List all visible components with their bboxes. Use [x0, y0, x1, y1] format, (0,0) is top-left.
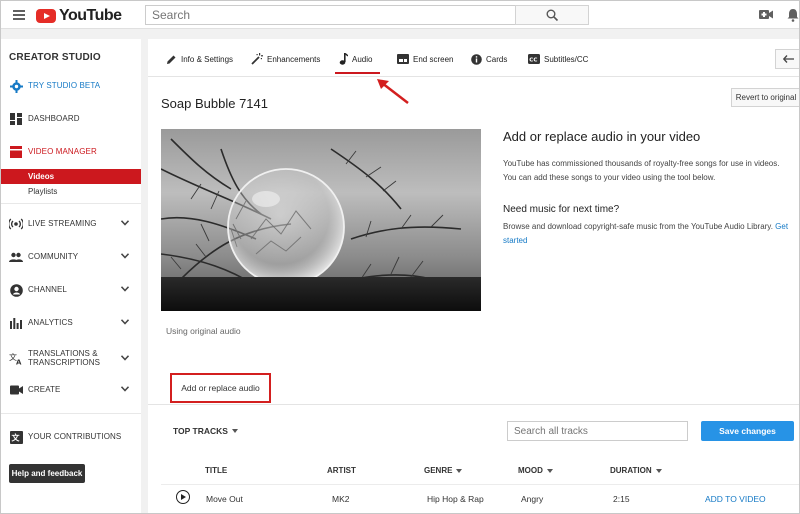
sidebar-item-try-studio-beta[interactable]: TRY STUDIO BETA — [1, 76, 141, 96]
back-arrow-icon — [783, 55, 794, 63]
sidebar-item-translations[interactable]: 文A TRANSLATIONS & TRANSCRIPTIONS — [1, 346, 141, 370]
info-heading: Add or replace audio in your video — [503, 129, 701, 144]
search-icon — [546, 9, 559, 22]
audio-status-text: Using original audio — [166, 326, 241, 336]
youtube-play-icon — [36, 9, 56, 23]
music-note-icon — [339, 53, 348, 65]
track-mood: Angry — [521, 494, 544, 504]
sidebar: CREATOR STUDIO TRY STUDIO BETA DASHBOARD… — [1, 39, 141, 513]
magic-wand-icon — [251, 53, 263, 65]
tab-info-settings[interactable]: Info & Settings — [166, 51, 233, 67]
tab-end-screen[interactable]: End screen — [397, 51, 453, 67]
video-title: Soap Bubble 7141 — [161, 96, 268, 111]
editor-tabs: Info & Settings Enhancements Audio End s… — [148, 39, 799, 77]
chevron-down-icon[interactable] — [121, 319, 129, 325]
info-paragraph-2: Browse and download copyright-safe music… — [503, 222, 789, 245]
live-streaming-icon — [9, 217, 23, 231]
svg-text:文: 文 — [11, 432, 20, 442]
thumbnail-ground — [161, 277, 481, 311]
help-feedback-button[interactable]: Help and feedback — [9, 464, 85, 483]
closed-captions-icon: CC — [528, 54, 540, 64]
annotation-arrow-icon — [377, 79, 409, 104]
main-panel: Info & Settings Enhancements Audio End s… — [148, 39, 799, 513]
sidebar-subitem-playlists[interactable]: Playlists — [1, 184, 141, 199]
sidebar-divider — [1, 413, 141, 414]
column-header-artist[interactable]: ARTIST — [327, 466, 356, 475]
svg-text:A: A — [16, 358, 22, 365]
video-thumbnail[interactable] — [161, 129, 481, 311]
info-circle-icon — [471, 53, 482, 65]
track-title: Move Out — [206, 494, 243, 504]
chevron-down-icon[interactable] — [121, 253, 129, 259]
active-tab-indicator — [335, 72, 380, 74]
menu-icon[interactable] — [13, 10, 25, 20]
dropdown-caret-icon — [231, 429, 238, 433]
svg-text:CC: CC — [529, 57, 537, 63]
community-icon — [9, 250, 23, 264]
channel-account-icon — [9, 283, 23, 297]
search-button[interactable] — [515, 5, 589, 25]
column-header-mood[interactable]: MOOD — [518, 466, 553, 475]
sidebar-item-analytics[interactable]: ANALYTICS — [1, 313, 141, 333]
tab-subtitles[interactable]: CC Subtitles/CC — [528, 51, 588, 67]
app-frame: YouTube CREATOR STUDIO TRY STUDIO BETA D… — [0, 0, 800, 514]
gear-icon — [9, 79, 23, 93]
search-input[interactable] — [145, 5, 515, 25]
save-changes-button[interactable]: Save changes — [701, 421, 794, 441]
upload-camera-icon[interactable] — [759, 9, 773, 20]
back-button[interactable] — [775, 49, 799, 69]
end-screen-icon — [397, 54, 409, 64]
revert-button[interactable]: Revert to original — [731, 88, 799, 107]
analytics-bars-icon — [9, 316, 23, 330]
pencil-icon — [167, 55, 176, 64]
sidebar-item-video-manager[interactable]: VIDEO MANAGER — [1, 142, 141, 162]
translate-icon: 文A — [9, 351, 23, 365]
add-to-video-link[interactable]: ADD TO VIDEO — [705, 494, 766, 504]
translations-label-line2: TRANSCRIPTIONS — [28, 358, 101, 367]
track-artist: MK2 — [332, 494, 350, 504]
track-genre: Hip Hop & Rap — [427, 494, 484, 504]
dropdown-caret-icon — [456, 468, 463, 473]
youtube-logo[interactable]: YouTube — [36, 7, 122, 25]
chevron-down-icon[interactable] — [121, 386, 129, 392]
column-header-duration[interactable]: DURATION — [610, 466, 662, 475]
tab-enhancements[interactable]: Enhancements — [251, 51, 320, 67]
contributions-translate-icon: 文 — [9, 430, 23, 444]
translations-label-line1: TRANSLATIONS & — [28, 348, 98, 358]
tab-cards[interactable]: Cards — [471, 51, 507, 67]
chevron-down-icon[interactable] — [121, 286, 129, 292]
sidebar-divider — [1, 203, 141, 204]
sidebar-item-channel[interactable]: CHANNEL — [1, 280, 141, 300]
tracks-divider — [148, 404, 799, 405]
tab-audio[interactable]: Audio — [339, 51, 372, 67]
sidebar-item-live-streaming[interactable]: LIVE STREAMING — [1, 214, 141, 234]
sidebar-item-community[interactable]: COMMUNITY — [1, 247, 141, 267]
sidebar-item-dashboard[interactable]: DASHBOARD — [1, 109, 141, 129]
chevron-down-icon[interactable] — [121, 220, 129, 226]
column-header-genre[interactable]: GENRE — [424, 466, 463, 475]
dropdown-caret-icon — [655, 468, 662, 473]
create-video-icon — [9, 383, 23, 397]
top-tracks-dropdown[interactable]: TOP TRACKS — [173, 426, 238, 436]
column-header-title[interactable]: TITLE — [205, 466, 227, 475]
dashboard-icon — [9, 112, 23, 126]
info-paragraph: YouTube has commissioned thousands of ro… — [503, 159, 780, 182]
notifications-bell-icon[interactable] — [787, 8, 799, 22]
track-search-input[interactable] — [507, 421, 688, 441]
top-bar: YouTube — [1, 1, 799, 29]
table-row-divider — [161, 484, 799, 485]
add-replace-audio-tab[interactable]: Add or replace audio — [170, 373, 271, 403]
play-icon[interactable] — [176, 490, 190, 504]
logo-text: YouTube — [59, 7, 122, 24]
sidebar-item-create[interactable]: CREATE — [1, 380, 141, 400]
video-manager-icon — [9, 145, 23, 159]
info-subheading: Need music for next time? — [503, 204, 620, 215]
sidebar-title: CREATOR STUDIO — [9, 52, 101, 63]
track-duration: 2:15 — [613, 494, 630, 504]
sidebar-item-your-contributions[interactable]: 文 YOUR CONTRIBUTIONS — [1, 427, 141, 447]
chevron-down-icon[interactable] — [121, 355, 129, 361]
dropdown-caret-icon — [546, 468, 553, 473]
sidebar-subitem-videos[interactable]: Videos — [1, 169, 141, 184]
